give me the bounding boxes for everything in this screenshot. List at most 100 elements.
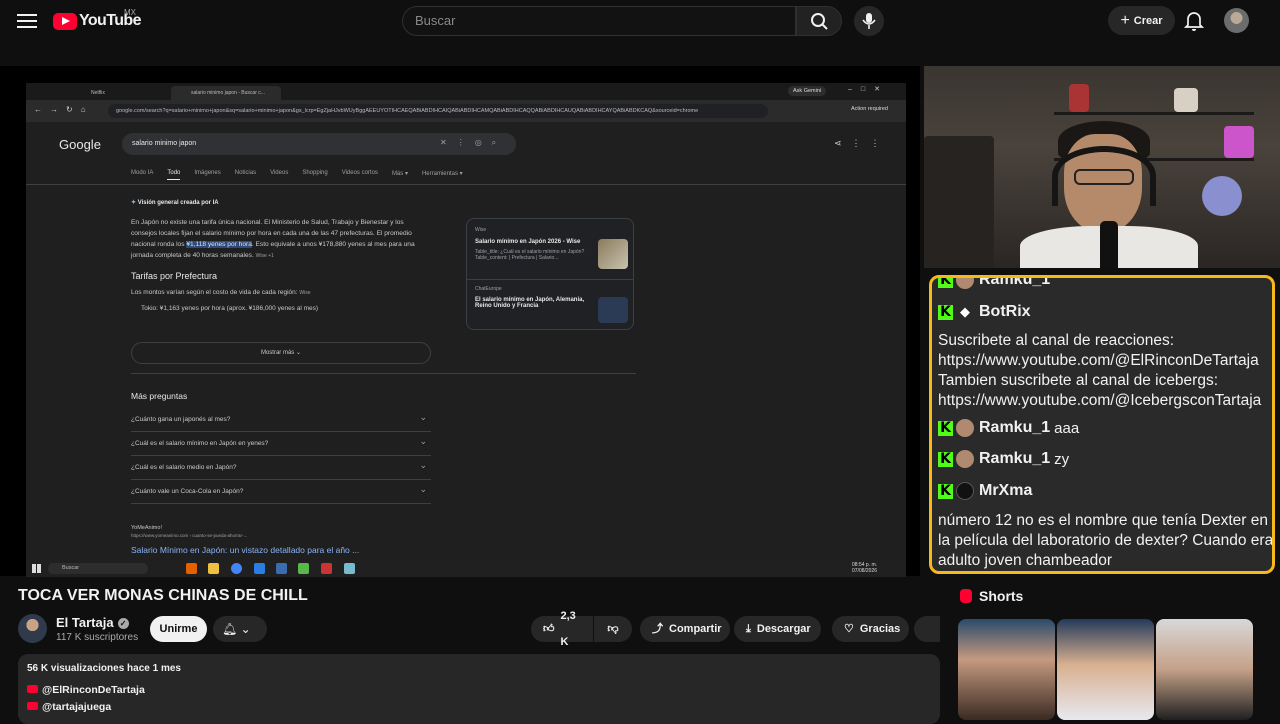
figure bbox=[1224, 126, 1254, 158]
short-thumbnail[interactable] bbox=[1057, 619, 1154, 720]
search-input[interactable]: Buscar bbox=[402, 6, 796, 36]
chevron-down-icon: ⌄ bbox=[240, 622, 251, 636]
edge-icon[interactable] bbox=[254, 563, 265, 574]
menu-icon[interactable] bbox=[16, 10, 38, 32]
download-button[interactable]: ⤓ Descargar bbox=[734, 616, 821, 642]
create-button[interactable]: + Crear bbox=[1108, 6, 1175, 35]
result-link[interactable]: Salario Mínimo en Japón: un vistazo deta… bbox=[131, 545, 359, 555]
chrome-icon[interactable] bbox=[231, 563, 242, 574]
voice-search-button[interactable] bbox=[854, 6, 884, 36]
subscribe-notifications-button[interactable]: 🔔︎ ⌄ bbox=[213, 616, 267, 642]
google-apps-icons[interactable]: ⋖⋮⋮ bbox=[834, 138, 890, 149]
gtab-todo[interactable]: Todo bbox=[167, 170, 181, 180]
browser-tab-netflix[interactable]: Netflix bbox=[71, 86, 166, 100]
avatar bbox=[956, 278, 974, 289]
like-count: 2,3 K bbox=[560, 610, 576, 648]
shorts-icon bbox=[960, 589, 972, 603]
chair bbox=[924, 136, 994, 268]
gtab-noticias[interactable]: Noticias bbox=[235, 170, 256, 180]
kick-icon: K bbox=[938, 304, 953, 320]
chat-message: K Ramku_1 aaa bbox=[938, 419, 1079, 437]
search-button[interactable] bbox=[796, 6, 842, 36]
gtab-modo-ia[interactable]: Modo IA bbox=[131, 170, 153, 180]
browser-tab-google[interactable]: salario minimo japon - Buscar c... bbox=[171, 86, 281, 100]
plush bbox=[1202, 176, 1242, 216]
more-actions-button[interactable] bbox=[914, 616, 940, 642]
steam-icon[interactable] bbox=[276, 563, 287, 574]
bell-icon: 🔔︎ bbox=[222, 622, 238, 636]
taskbar-clock[interactable]: 08:54 p. m. 07/08/2026 bbox=[852, 562, 877, 574]
microphone bbox=[1100, 221, 1118, 268]
gtab-herramientas[interactable]: Herramientas ▾ bbox=[422, 170, 463, 180]
result-source: YoMeAnimo! https://www.yomeanimo.com › cu… bbox=[131, 525, 248, 538]
question-item[interactable]: ¿Cuánto vale un Coca-Cola en Japón? bbox=[131, 480, 431, 504]
question-item[interactable]: ¿Cuál es el salario medio en Japón? bbox=[131, 456, 431, 480]
taskbar-search[interactable]: Buscar bbox=[48, 563, 148, 574]
plus-icon: + bbox=[1120, 11, 1130, 29]
google-search-tools-icons[interactable]: ✕⋮◎⌕ bbox=[440, 138, 506, 148]
chat-message: K ◆ BotRix bbox=[938, 303, 1031, 321]
channel-name[interactable]: El Tartaja ✓ bbox=[56, 615, 129, 630]
short-thumbnail[interactable] bbox=[958, 619, 1055, 720]
short-thumbnail[interactable] bbox=[1156, 619, 1253, 720]
ask-gemini-button[interactable]: Ask Gemini bbox=[788, 86, 827, 96]
nav-buttons[interactable]: ←→↻⌂ bbox=[34, 105, 94, 114]
windows-start-icon[interactable] bbox=[32, 564, 41, 573]
youtube-play-icon bbox=[53, 12, 77, 30]
gtab-mas[interactable]: Más ▾ bbox=[392, 170, 408, 180]
avatar bbox=[956, 419, 974, 437]
bot-shield-icon: ◆ bbox=[956, 303, 974, 321]
download-label: Descargar bbox=[756, 623, 811, 635]
thanks-button[interactable]: ♡ Gracias bbox=[832, 616, 909, 642]
app-icon[interactable] bbox=[344, 563, 355, 574]
wise-chip[interactable]: Wise bbox=[299, 290, 310, 296]
firefox-icon[interactable] bbox=[186, 563, 197, 574]
channel-avatar[interactable] bbox=[18, 614, 47, 643]
like-button[interactable]: 👍︎ 2,3 K bbox=[531, 610, 593, 648]
google-logo[interactable]: Google bbox=[59, 137, 101, 152]
share-button[interactable]: ⤴ Compartir bbox=[640, 616, 730, 642]
description-link[interactable]: @tartajajuega bbox=[27, 701, 111, 713]
source-chip[interactable]: Wise +1 bbox=[256, 253, 274, 259]
browser-address-bar: ←→↻⌂ google.com/search?q=salario+minimo+… bbox=[26, 100, 906, 122]
chat-username: BotRix bbox=[979, 303, 1031, 320]
url-field[interactable]: google.com/search?q=salario+minimo+japon… bbox=[108, 104, 768, 118]
card-source: Wise bbox=[475, 227, 487, 233]
prefecture-heading: Tarifas por Prefectura bbox=[131, 271, 218, 281]
prefecture-subtext: Los montos varían según el costo de vida… bbox=[131, 289, 311, 296]
gtab-imagenes[interactable]: Imágenes bbox=[194, 170, 220, 180]
dislike-button[interactable]: 👎︎ bbox=[594, 616, 632, 642]
join-button[interactable]: Unirme bbox=[150, 616, 207, 642]
gtab-videos[interactable]: Videos bbox=[270, 170, 288, 180]
chat-message-text: Suscribete al canal de reacciones: https… bbox=[938, 332, 1262, 409]
notifications-button[interactable] bbox=[1183, 10, 1205, 32]
window-controls[interactable]: –□✕ bbox=[848, 85, 889, 93]
account-avatar[interactable] bbox=[1224, 8, 1249, 33]
divider bbox=[26, 184, 906, 185]
question-item[interactable]: ¿Cuál es el salario mínimo en Japón en y… bbox=[131, 432, 431, 456]
description-box[interactable]: 56 K visualizaciones hace 1 mes @ElRinco… bbox=[18, 654, 940, 724]
app-icon[interactable] bbox=[298, 563, 309, 574]
gtab-shopping[interactable]: Shopping bbox=[302, 170, 327, 180]
share-icon: ⤴ bbox=[652, 623, 663, 635]
source-card-wise[interactable]: Wise Salario mínimo en Japón 2026 - Wise… bbox=[466, 218, 634, 330]
obs-icon[interactable] bbox=[321, 563, 332, 574]
folder-icon[interactable] bbox=[208, 563, 219, 574]
download-icon: ⤓ bbox=[746, 623, 751, 635]
kick-icon: K bbox=[938, 278, 953, 288]
masthead: YouTube MX Buscar + Crear bbox=[0, 0, 1280, 42]
gtab-videos-cortos[interactable]: Videos cortos bbox=[342, 170, 378, 180]
mic-icon bbox=[862, 13, 876, 29]
question-item[interactable]: ¿Cuánto gana un japonés al mes? bbox=[131, 408, 431, 432]
description-link[interactable]: @ElRinconDeTartaja bbox=[27, 684, 145, 696]
google-results-page: Google salario minimo japon ✕⋮◎⌕ Modo IA… bbox=[26, 122, 906, 560]
youtube-logo[interactable]: YouTube MX bbox=[53, 8, 141, 30]
action-required-badge[interactable]: Action required bbox=[851, 106, 888, 112]
show-more-button[interactable]: Mostrar más ⌄ bbox=[131, 342, 431, 364]
kick-icon: K bbox=[938, 451, 953, 467]
card-snippet: Table_title: ¿Cuál es el salario mínimo … bbox=[475, 249, 585, 261]
divider bbox=[131, 373, 636, 374]
ai-overview-text: En Japón no existe una tarifa única naci… bbox=[131, 219, 415, 259]
kick-icon: K bbox=[938, 483, 953, 499]
video-title: TOCA VER MONAS CHINAS DE CHILL bbox=[18, 587, 308, 604]
